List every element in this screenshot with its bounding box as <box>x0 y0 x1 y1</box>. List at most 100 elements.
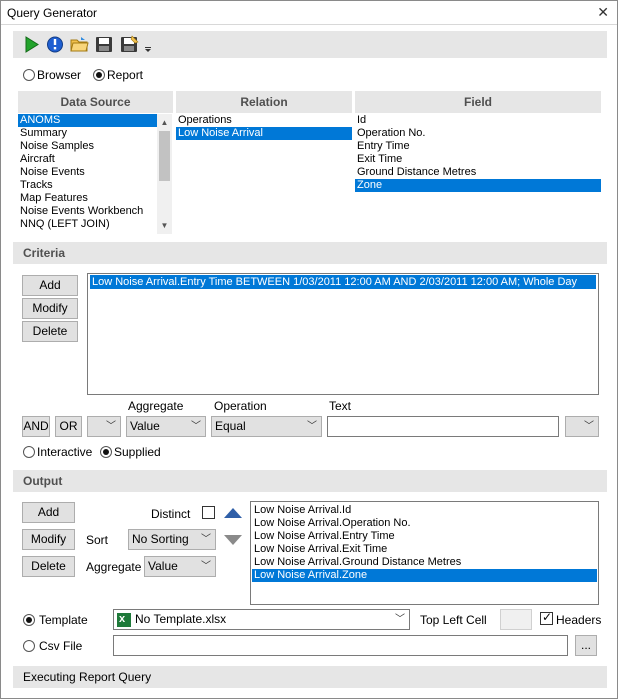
overflow-icon[interactable] <box>143 35 153 54</box>
report-label: Report <box>107 67 144 82</box>
data-source-item[interactable]: Map Features <box>18 192 157 205</box>
scroll-down-icon[interactable]: ▼ <box>157 219 172 232</box>
data-source-item[interactable]: Aircraft <box>18 153 157 166</box>
scroll-thumb[interactable] <box>159 131 170 181</box>
field-item[interactable]: Operation No. <box>355 127 601 140</box>
data-source-item[interactable]: Noise Events <box>18 166 157 179</box>
window-title: Query Generator <box>7 6 98 20</box>
criteria-aggregate-value: Value <box>130 419 160 433</box>
top-left-cell-input[interactable] <box>500 609 532 630</box>
output-item[interactable]: Low Noise Arrival.Operation No. <box>252 517 597 530</box>
criteria-delete-button[interactable]: Delete <box>22 321 78 342</box>
chevron-down-icon: ﹀ <box>584 421 594 432</box>
data-source-item[interactable]: Summary <box>18 127 157 140</box>
sort-value: No Sorting <box>132 532 189 546</box>
template-radio-button[interactable] <box>23 613 35 626</box>
save-as-icon[interactable] <box>119 35 139 54</box>
chevron-down-icon: ﹀ <box>191 421 201 432</box>
output-item[interactable]: Low Noise Arrival.Id <box>252 504 597 517</box>
criteria-item[interactable]: Low Noise Arrival.Entry Time BETWEEN 1/0… <box>90 275 596 289</box>
open-folder-icon[interactable] <box>69 35 89 54</box>
data-source-item[interactable]: ANOMS <box>18 114 157 127</box>
field-header: Field <box>355 91 601 113</box>
data-source-item[interactable]: NNQ (LEFT JOIN) <box>18 218 157 231</box>
run-icon[interactable] <box>21 35 41 54</box>
relation-header: Relation <box>176 91 352 113</box>
criteria-modify-button[interactable]: Modify <box>22 298 78 319</box>
data-source-item[interactable]: Tracks <box>18 179 157 192</box>
csv-radio[interactable]: Csv File <box>23 638 82 653</box>
sort-label: Sort <box>86 533 109 547</box>
interactive-radio-button[interactable] <box>23 445 35 458</box>
criteria-operation-value: Equal <box>215 419 246 433</box>
headers-checkbox[interactable] <box>540 610 553 625</box>
data-source-item[interactable]: Noise Events Workbench <box>18 205 157 218</box>
browser-radio[interactable]: Browser <box>23 67 81 82</box>
output-delete-button[interactable]: Delete <box>22 556 75 577</box>
sort-select[interactable]: No Sorting ﹀ <box>128 529 216 550</box>
output-item[interactable]: Low Noise Arrival.Exit Time <box>252 543 597 556</box>
field-item[interactable]: Ground Distance Metres <box>355 166 601 179</box>
report-radio[interactable]: Report <box>93 67 143 82</box>
field-item[interactable]: Id <box>355 114 601 127</box>
relation-list[interactable]: Operations Low Noise Arrival <box>176 114 352 234</box>
interactive-label: Interactive <box>37 444 93 459</box>
template-select[interactable]: x No Template.xlsx ﹀ <box>113 609 410 630</box>
data-source-item[interactable]: Noise Samples <box>18 140 157 153</box>
criteria-aggregate-select[interactable]: Value ﹀ <box>126 416 206 437</box>
csv-label: Csv File <box>39 638 83 653</box>
criteria-list[interactable]: Low Noise Arrival.Entry Time BETWEEN 1/0… <box>87 273 599 395</box>
criteria-bracket-select[interactable]: ﹀ <box>87 416 121 437</box>
supplied-radio-button[interactable] <box>100 445 112 458</box>
move-up-icon[interactable] <box>223 507 243 522</box>
distinct-checkbox[interactable] <box>202 506 215 519</box>
output-aggregate-select[interactable]: Value ﹀ <box>144 556 216 577</box>
output-item[interactable]: Low Noise Arrival.Zone <box>252 569 597 582</box>
csv-radio-button[interactable] <box>23 639 35 652</box>
interactive-radio[interactable]: Interactive <box>23 444 92 459</box>
report-radio-button[interactable] <box>93 68 105 81</box>
criteria-text-select[interactable]: ﹀ <box>565 416 599 437</box>
criteria-add-button[interactable]: Add <box>22 275 78 296</box>
criteria-text-label: Text <box>329 399 352 413</box>
output-add-button[interactable]: Add <box>22 502 75 523</box>
field-list[interactable]: Id Operation No. Entry Time Exit Time Ground… <box>355 114 601 234</box>
and-button[interactable]: AND <box>22 416 50 437</box>
data-source-scrollbar[interactable]: ▲ ▼ <box>157 114 172 234</box>
output-item[interactable]: Low Noise Arrival.Ground Distance Metres <box>252 556 597 569</box>
excel-icon: x <box>117 612 131 627</box>
field-item[interactable]: Exit Time <box>355 153 601 166</box>
output-list[interactable]: Low Noise Arrival.Id Low Noise Arrival.Op… <box>250 501 599 605</box>
chevron-down-icon: ﹀ <box>106 421 116 432</box>
data-source-list[interactable]: ANOMS Summary Noise Samples Aircraft Noise E… <box>18 114 157 234</box>
relation-item[interactable]: Low Noise Arrival <box>176 127 352 140</box>
browser-radio-button[interactable] <box>23 68 35 81</box>
template-radio[interactable]: Template <box>23 612 88 627</box>
scroll-up-icon[interactable]: ▲ <box>157 116 172 129</box>
output-aggregate-value: Value <box>148 559 178 573</box>
browse-button[interactable]: ... <box>575 635 597 656</box>
headers-label: Headers <box>556 613 602 627</box>
supplied-radio[interactable]: Supplied <box>100 444 161 459</box>
csv-file-input[interactable] <box>113 635 568 656</box>
info-icon[interactable] <box>45 35 65 54</box>
or-button[interactable]: OR <box>55 416 82 437</box>
close-icon[interactable]: ✕ <box>597 4 609 21</box>
save-icon[interactable] <box>94 35 114 54</box>
output-modify-button[interactable]: Modify <box>22 529 75 550</box>
criteria-operation-select[interactable]: Equal ﹀ <box>211 416 322 437</box>
field-item[interactable]: Zone <box>355 179 601 192</box>
field-item[interactable]: Entry Time <box>355 140 601 153</box>
criteria-operation-label: Operation <box>214 399 267 413</box>
relation-item[interactable]: Operations <box>176 114 352 127</box>
chevron-down-icon: ﹀ <box>395 614 405 625</box>
output-item[interactable]: Low Noise Arrival.Entry Time <box>252 530 597 543</box>
template-value: No Template.xlsx <box>135 612 227 626</box>
title-bar: Query Generator ✕ <box>1 1 617 25</box>
browser-label: Browser <box>37 67 82 82</box>
top-left-cell-label: Top Left Cell <box>420 613 487 627</box>
move-down-icon[interactable] <box>223 534 243 549</box>
data-source-header: Data Source <box>18 91 173 113</box>
distinct-label: Distinct <box>151 507 191 521</box>
criteria-text-input[interactable] <box>327 416 559 437</box>
